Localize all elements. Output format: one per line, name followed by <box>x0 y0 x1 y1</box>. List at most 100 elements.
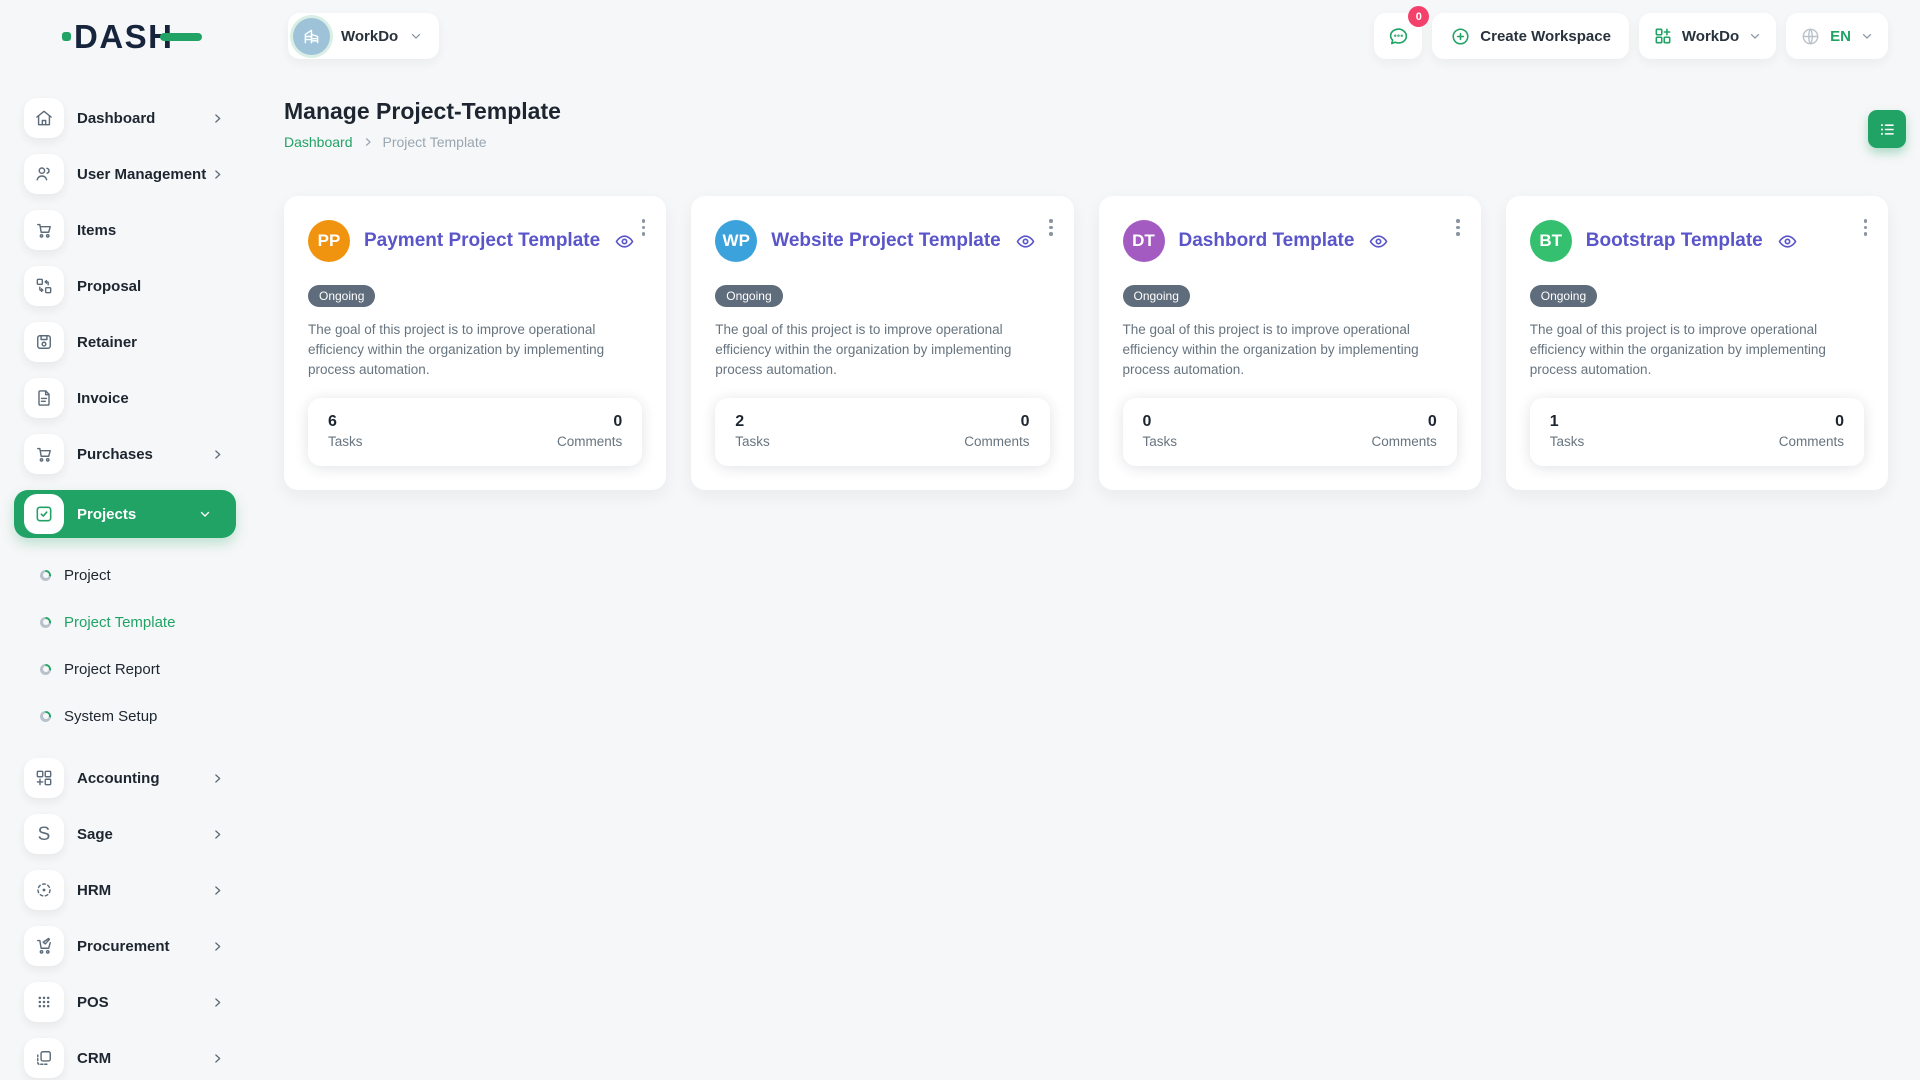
bullet-icon <box>40 570 51 581</box>
hrm-icon <box>34 880 54 900</box>
cart-icon <box>34 220 54 240</box>
card-stats: 0 Tasks 0 Comments <box>1123 398 1457 466</box>
status-badge: Ongoing <box>308 285 375 307</box>
retainer-icon <box>34 332 54 352</box>
comments-count: 0 <box>1371 413 1436 431</box>
project-template-card: DT Dashbord Template Ongoing The goal of… <box>1099 196 1481 490</box>
comments-label: Comments <box>1779 434 1844 449</box>
tasks-count: 2 <box>735 413 770 431</box>
chevron-right-icon <box>211 1052 224 1065</box>
pos-icon <box>34 992 54 1012</box>
card-menu-button[interactable] <box>639 216 649 239</box>
breadcrumb-dashboard-link[interactable]: Dashboard <box>284 134 353 150</box>
globe-icon <box>1800 26 1821 47</box>
sidebar-item-label: HRM <box>77 882 111 899</box>
chevron-right-icon <box>211 996 224 1009</box>
card-title-link[interactable]: Dashbord Template <box>1179 230 1355 252</box>
sidebar-item-crm[interactable]: CRM <box>24 1038 238 1078</box>
chevron-right-icon <box>362 136 374 148</box>
status-badge: Ongoing <box>1530 285 1597 307</box>
brand-logo[interactable]: DASH <box>0 20 250 53</box>
breadcrumb-current: Project Template <box>383 134 487 150</box>
sidebar-item-label: Projects <box>77 506 136 523</box>
create-workspace-label: Create Workspace <box>1480 28 1611 45</box>
sidebar-item-user-management[interactable]: User Management <box>24 154 238 194</box>
submenu-item-system-setup[interactable]: System Setup <box>40 701 238 731</box>
chat-bubble-icon <box>1387 25 1410 48</box>
chevron-right-icon <box>211 884 224 897</box>
main-content: Manage Project-Template Dashboard Projec… <box>250 72 1920 1080</box>
comments-label: Comments <box>557 434 622 449</box>
submenu-item-label: Project <box>64 567 111 584</box>
chevron-right-icon <box>211 940 224 953</box>
submenu-item-project-report[interactable]: Project Report <box>40 654 238 684</box>
card-description: The goal of this project is to improve o… <box>715 320 1049 380</box>
sidebar-item-pos[interactable]: POS <box>24 982 238 1022</box>
tasks-stat: 6 Tasks <box>328 413 363 449</box>
chevron-right-icon <box>211 112 224 125</box>
bullet-icon <box>40 711 51 722</box>
workspace-avatar <box>293 18 330 55</box>
card-stats: 2 Tasks 0 Comments <box>715 398 1049 466</box>
sidebar-item-retainer[interactable]: Retainer <box>24 322 238 362</box>
sidebar-item-sage[interactable]: S Sage <box>24 814 238 854</box>
card-title-link[interactable]: Website Project Template <box>771 230 1000 252</box>
messages-button[interactable]: 0 <box>1374 13 1422 59</box>
eye-icon[interactable] <box>1777 231 1798 252</box>
avatar: WP <box>715 220 757 262</box>
card-header: WP Website Project Template <box>715 220 1049 262</box>
projects-icon <box>34 504 54 524</box>
card-menu-button[interactable] <box>1861 216 1871 239</box>
avatar: BT <box>1530 220 1572 262</box>
sidebar-item-projects[interactable]: Projects <box>14 490 236 538</box>
company-name: WorkDo <box>1682 28 1739 45</box>
card-title-link[interactable]: Bootstrap Template <box>1586 230 1763 252</box>
eye-icon[interactable] <box>1368 231 1389 252</box>
comments-stat: 0 Comments <box>1779 413 1844 449</box>
chevron-down-icon <box>1748 29 1762 43</box>
sidebar-item-procurement[interactable]: Procurement <box>24 926 238 966</box>
breadcrumb: Dashboard Project Template <box>284 134 1888 150</box>
sidebar-item-dashboard[interactable]: Dashboard <box>24 98 238 138</box>
card-title-link[interactable]: Payment Project Template <box>364 230 600 252</box>
users-icon <box>34 164 54 184</box>
submenu-item-project-template[interactable]: Project Template <box>40 607 238 637</box>
logo-dot <box>62 32 71 41</box>
sidebar-item-accounting[interactable]: Accounting <box>24 758 238 798</box>
company-menu-button[interactable]: WorkDo <box>1639 13 1776 59</box>
eye-icon[interactable] <box>1015 231 1036 252</box>
sidebar-item-hrm[interactable]: HRM <box>24 870 238 910</box>
project-template-card: WP Website Project Template Ongoing The … <box>691 196 1073 490</box>
accounting-icon <box>34 768 54 788</box>
card-header: DT Dashbord Template <box>1123 220 1457 262</box>
sidebar-item-invoice[interactable]: Invoice <box>24 378 238 418</box>
card-menu-button[interactable] <box>1453 216 1463 239</box>
sidebar-item-items[interactable]: Items <box>24 210 238 250</box>
workspace-switcher[interactable]: WorkDo <box>288 13 439 59</box>
submenu-item-label: Project Template <box>64 614 175 631</box>
tasks-stat: 1 Tasks <box>1550 413 1585 449</box>
card-menu-button[interactable] <box>1046 216 1056 239</box>
comments-count: 0 <box>1779 413 1844 431</box>
comments-label: Comments <box>964 434 1029 449</box>
card-description: The goal of this project is to improve o… <box>1530 320 1864 380</box>
sidebar-item-label: Purchases <box>77 446 153 463</box>
logo-text: DASH <box>74 20 174 53</box>
sidebar-item-label: Retainer <box>77 334 137 351</box>
language-selector[interactable]: EN <box>1786 13 1888 59</box>
invoice-icon <box>34 388 54 408</box>
sidebar-item-proposal[interactable]: Proposal <box>24 266 238 306</box>
submenu-item-project[interactable]: Project <box>40 560 238 590</box>
eye-icon[interactable] <box>614 231 635 252</box>
card-header: BT Bootstrap Template <box>1530 220 1864 262</box>
create-workspace-button[interactable]: Create Workspace <box>1432 13 1629 59</box>
plus-circle-icon <box>1450 26 1471 47</box>
list-view-toggle-button[interactable] <box>1868 110 1906 148</box>
card-description: The goal of this project is to improve o… <box>308 320 642 380</box>
sidebar-item-purchases[interactable]: Purchases <box>24 434 238 474</box>
bullet-icon <box>40 664 51 675</box>
sidebar-item-label: Sage <box>77 826 113 843</box>
language-code: EN <box>1830 28 1851 45</box>
chevron-down-icon <box>198 507 212 521</box>
card-stats: 1 Tasks 0 Comments <box>1530 398 1864 466</box>
